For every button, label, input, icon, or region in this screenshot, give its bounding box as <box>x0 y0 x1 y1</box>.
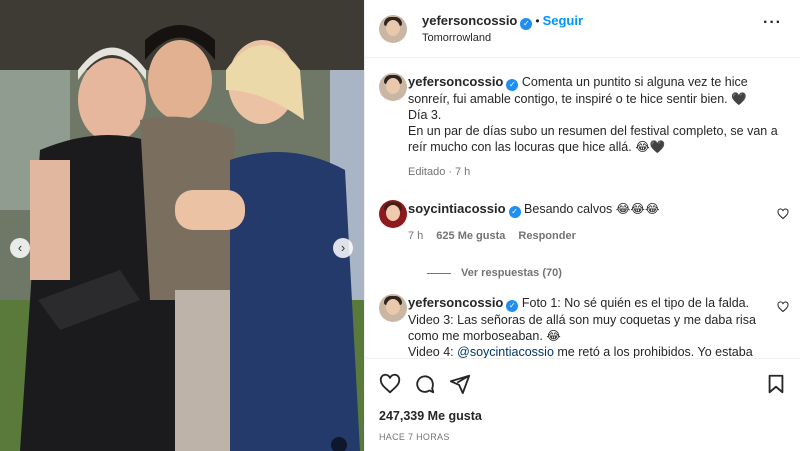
festival-photo-illustration <box>0 0 364 451</box>
caption-time[interactable]: 7 h <box>455 166 470 178</box>
header-author-row: yefersoncossio ✓ • Seguir <box>422 13 583 30</box>
comment-username[interactable]: soycintiacossio <box>408 201 506 216</box>
follow-button[interactable]: Seguir <box>543 13 583 28</box>
comments-list[interactable]: yefersoncossio ✓ Comenta un puntito si al… <box>365 58 800 358</box>
author-username[interactable]: yefersoncossio <box>422 13 517 28</box>
caption-line-3: En un par de días subo un resumen del fe… <box>408 124 778 154</box>
commenter-avatar[interactable] <box>379 200 407 228</box>
dot-separator: • <box>535 14 540 28</box>
caption-meta: Editado · 7 h <box>408 166 483 178</box>
verified-badge-icon: ✓ <box>506 79 519 91</box>
post-timestamp[interactable]: HACE 7 HORAS <box>379 432 450 442</box>
user-mention-link[interactable]: @soycintiacossio <box>457 345 554 358</box>
like-heart-icon[interactable] <box>379 373 401 395</box>
edited-label: Editado <box>408 166 446 178</box>
comment-line-1: Foto 1: No sé quién es el tipo de la fal… <box>521 296 750 310</box>
verified-badge-icon: ✓ <box>520 18 533 30</box>
next-slide-button[interactable]: › <box>333 238 353 258</box>
comment-likes[interactable]: 625 Me gusta <box>436 230 505 242</box>
verified-badge-icon: ✓ <box>506 300 519 312</box>
caption-author-avatar[interactable] <box>379 73 407 101</box>
comment-time[interactable]: 7 h <box>408 230 423 242</box>
comment-line-3: Video 4: <box>408 345 454 358</box>
caption-text: yefersoncossio ✓ Comenta un puntito si al… <box>408 74 778 155</box>
comment-meta: 7 h 625 Me gusta Responder <box>408 230 589 242</box>
bookmark-icon[interactable] <box>765 373 787 395</box>
post-actions: 247,339 Me gusta HACE 7 HORAS <box>365 358 800 451</box>
author-avatar[interactable] <box>379 15 407 43</box>
view-replies-button[interactable]: Ver respuestas (70) <box>427 267 562 279</box>
comment-like-heart-icon[interactable] <box>777 208 789 220</box>
post-location[interactable]: Tomorrowland <box>422 32 491 44</box>
likes-count[interactable]: 247,339 Me gusta <box>379 409 482 423</box>
share-icon[interactable] <box>449 373 471 395</box>
reply-button[interactable]: Responder <box>518 230 575 242</box>
comment-icon[interactable] <box>414 373 436 395</box>
post-header: yefersoncossio ✓ • Seguir Tomorrowland ··· <box>365 0 800 58</box>
caption-username[interactable]: yefersoncossio <box>408 74 503 89</box>
verified-badge-icon: ✓ <box>508 206 521 218</box>
comment-line-2: Video 3: Las señoras de allá son muy coq… <box>408 313 756 343</box>
post-photo: ‹ › <box>0 0 364 451</box>
comment-username[interactable]: yefersoncossio <box>408 295 503 310</box>
post-panel: yefersoncossio ✓ • Seguir Tomorrowland ··· … <box>364 0 800 451</box>
comment-like-heart-icon[interactable] <box>777 301 789 313</box>
comment-text: soycintiacossio ✓ Besando calvos 😂😂😂 <box>408 201 778 218</box>
dot-separator: · <box>448 166 452 178</box>
comment-line-3-tail: me retó a los prohibidos. Yo estaba <box>557 345 753 358</box>
more-horizontal-icon[interactable]: ··· <box>763 14 782 32</box>
comment-text: yefersoncossio ✓ Foto 1: No sé quién es e… <box>408 295 778 358</box>
caption-line-2: Día 3. <box>408 108 442 122</box>
comment-body: Besando calvos 😂😂😂 <box>524 202 660 216</box>
previous-slide-button[interactable]: ‹ <box>10 238 30 258</box>
commenter-avatar[interactable] <box>379 294 407 322</box>
mute-icon[interactable] <box>331 437 347 451</box>
